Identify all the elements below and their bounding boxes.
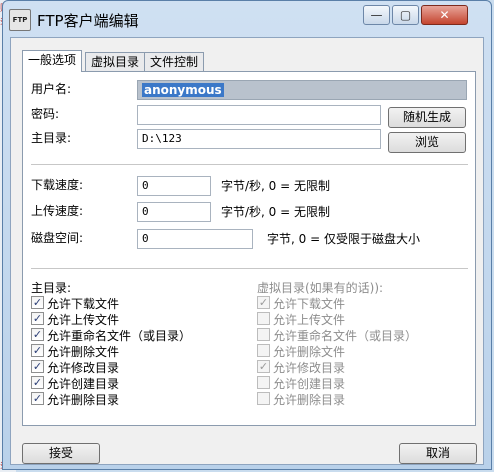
general-options-panel: 用户名: anonymous 密码: 随机生成 主目录: D:\123 浏览 下… [22,71,476,426]
download-speed-unit: 字节/秒, 0 = 无限制 [221,179,330,193]
divider [31,268,468,269]
checkbox-label: 允许修改目录 [273,361,346,375]
checkbox-label: 允许下载文件 [273,297,346,311]
checkbox-label: 允许上传文件 [273,313,346,327]
checkbox-box [257,376,270,389]
checkbox-box: ✓ [257,360,270,373]
tab-virtual-dirs[interactable]: 虚拟目录 [85,52,146,71]
checkbox-label: 允许重命名文件（或目录） [273,329,418,343]
checkbox-box: ✓ [257,296,270,309]
ftp-app-icon: FTP [9,9,31,31]
virtual-dir-permissions-title: 虚拟目录(如果有的话)): [257,281,384,295]
checkbox-box[interactable]: ✓ [31,392,44,405]
checkbox-label: 允许创建目录 [273,377,346,391]
accept-button[interactable]: 接受 [22,443,100,464]
checkbox-box [257,392,270,405]
dialog-body: 一般选项 虚拟目录 文件控制 用户名: anonymous 密码: 随机生成 主… [10,37,484,465]
checkbox-box[interactable]: ✓ [31,376,44,389]
divider [31,164,468,165]
cancel-button[interactable]: 取消 [399,443,477,464]
upload-speed-unit: 字节/秒, 0 = 无限制 [221,205,330,219]
checkbox-label: 允许修改目录 [47,361,120,375]
maximize-button[interactable]: ▢ [392,5,419,25]
checkbox-box[interactable]: ✓ [31,344,44,357]
password-label: 密码: [31,107,60,121]
checkbox-box [257,328,270,341]
tab-file-control[interactable]: 文件控制 [144,52,205,71]
checkbox-box[interactable]: ✓ [31,328,44,341]
tab-general[interactable]: 一般选项 [22,50,83,72]
disk-space-label: 磁盘空间: [31,231,84,245]
checkbox-label: 允许重命名文件（或目录） [47,329,192,343]
upload-speed-input[interactable]: 0 [137,202,211,222]
close-button[interactable]: ✕ [421,5,468,25]
checkbox-label: 允许删除文件 [273,345,346,359]
username-input[interactable]: anonymous [137,80,467,100]
disk-space-unit: 字节, 0 = 仅受限于磁盘大小 [267,232,420,246]
upload-speed-label: 上传速度: [31,204,84,218]
title-bar[interactable]: FTP FTP客户端编辑 — ▢ ✕ [3,1,491,37]
disk-space-input[interactable]: 0 [137,229,253,249]
window-title: FTP客户端编辑 [37,12,139,30]
home-dir-label: 主目录: [31,131,72,145]
checkbox-box [257,312,270,325]
browse-button[interactable]: 浏览 [388,132,466,153]
checkbox-box [257,344,270,357]
checkbox-label: 允许创建目录 [47,377,120,391]
download-speed-label: 下载速度: [31,178,84,192]
checkbox-box[interactable]: ✓ [31,312,44,325]
checkbox-label: 允许上传文件 [47,313,120,327]
checkbox-label: 允许删除文件 [47,345,120,359]
checkbox-label: 允许删除目录 [47,393,120,407]
download-speed-input[interactable]: 0 [137,176,211,196]
main-dir-permissions-title: 主目录: [31,281,72,295]
random-generate-button[interactable]: 随机生成 [388,107,466,128]
minimize-button[interactable]: — [363,5,390,25]
username-label: 用户名: [31,82,72,96]
username-value: anonymous [142,83,224,97]
home-dir-input[interactable]: D:\123 [137,129,381,149]
checkbox-box[interactable]: ✓ [31,360,44,373]
checkbox-label: 允许下载文件 [47,297,120,311]
checkbox-label: 允许删除目录 [273,393,346,407]
ftp-client-edit-dialog: FTP FTP客户端编辑 — ▢ ✕ 一般选项 虚拟目录 文件控制 用户名: a… [2,0,492,470]
checkbox-box[interactable]: ✓ [31,296,44,309]
password-input[interactable] [137,105,381,125]
